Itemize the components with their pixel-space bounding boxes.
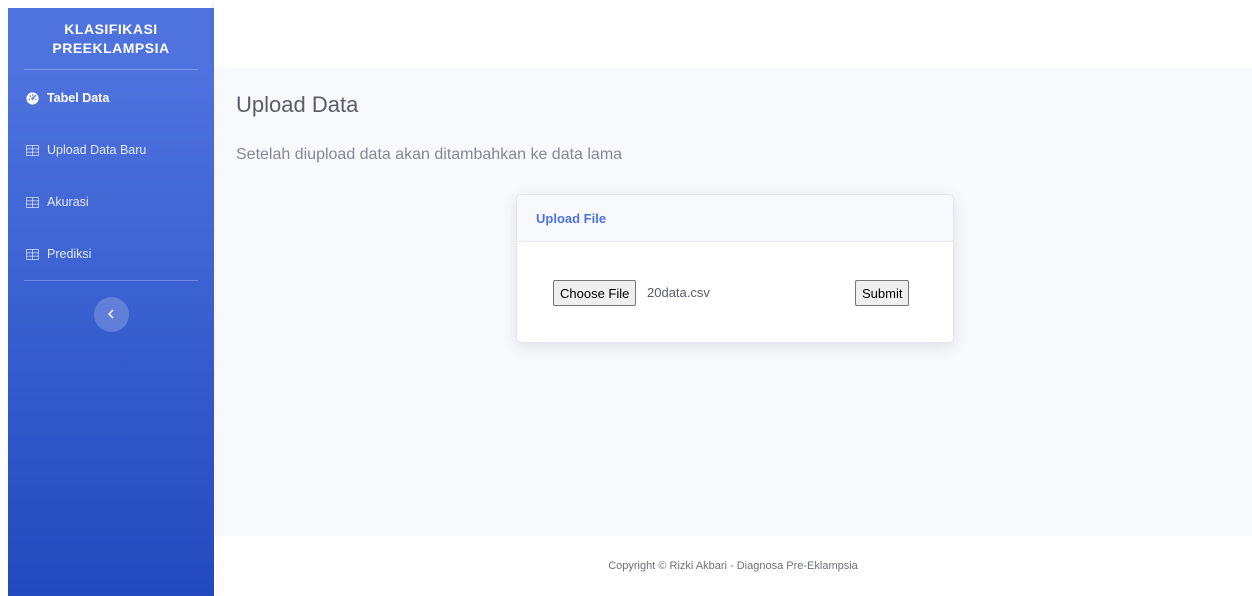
- main-content: Upload Data Setelah diupload data akan d…: [214, 68, 1252, 536]
- sidebar-brand[interactable]: KLASIFIKASI PREEKLAMPSIA: [8, 8, 214, 69]
- selected-file-name: 20data.csv: [647, 285, 710, 300]
- sidebar-item-label: Upload Data Baru: [47, 143, 147, 157]
- sidebar-item-label: Akurasi: [47, 195, 89, 209]
- footer: Copyright © Rizki Akbari - Diagnosa Pre-…: [214, 536, 1252, 596]
- sidebar-item-label: Tabel Data: [47, 91, 110, 105]
- sidebar-item-akurasi[interactable]: Akurasi: [8, 176, 214, 228]
- card-header: Upload File: [517, 195, 953, 242]
- table-icon: [25, 195, 39, 209]
- sidebar-toggle-wrap: [8, 281, 214, 332]
- brand-title-line2: PREEKLAMPSIA: [52, 39, 170, 56]
- tachometer-icon: [25, 91, 39, 105]
- sidebar-item-label: Prediksi: [47, 247, 92, 261]
- chevron-left-icon: [107, 308, 115, 322]
- page-subtitle: Setelah diupload data akan ditambahkan k…: [236, 146, 623, 163]
- submit-button[interactable]: Submit: [855, 280, 910, 306]
- sidebar-item-tabel-data[interactable]: Tabel Data: [8, 72, 214, 124]
- sidebar-item-prediksi[interactable]: Prediksi: [8, 228, 214, 280]
- sidebar-nav: Tabel Data Upload Data Baru Akurasi Pred…: [8, 70, 214, 280]
- page-title: Upload Data: [236, 92, 359, 117]
- table-icon: [25, 247, 39, 261]
- sidebar-item-upload-data-baru[interactable]: Upload Data Baru: [8, 124, 214, 176]
- upload-card: Upload File Choose File 20data.csv Submi…: [516, 194, 954, 343]
- sidebar: KLASIFIKASI PREEKLAMPSIA Tabel Data Uplo…: [8, 8, 214, 596]
- brand-title-line1: KLASIFIKASI: [64, 20, 158, 37]
- choose-file-button[interactable]: Choose File: [553, 280, 637, 306]
- copyright-text: Copyright © Rizki Akbari - Diagnosa Pre-…: [608, 560, 858, 572]
- card-body: Choose File 20data.csv Submit: [517, 242, 953, 342]
- topbar: [214, 0, 1252, 68]
- table-icon: [25, 143, 39, 157]
- sidebar-toggle-button[interactable]: [93, 297, 129, 332]
